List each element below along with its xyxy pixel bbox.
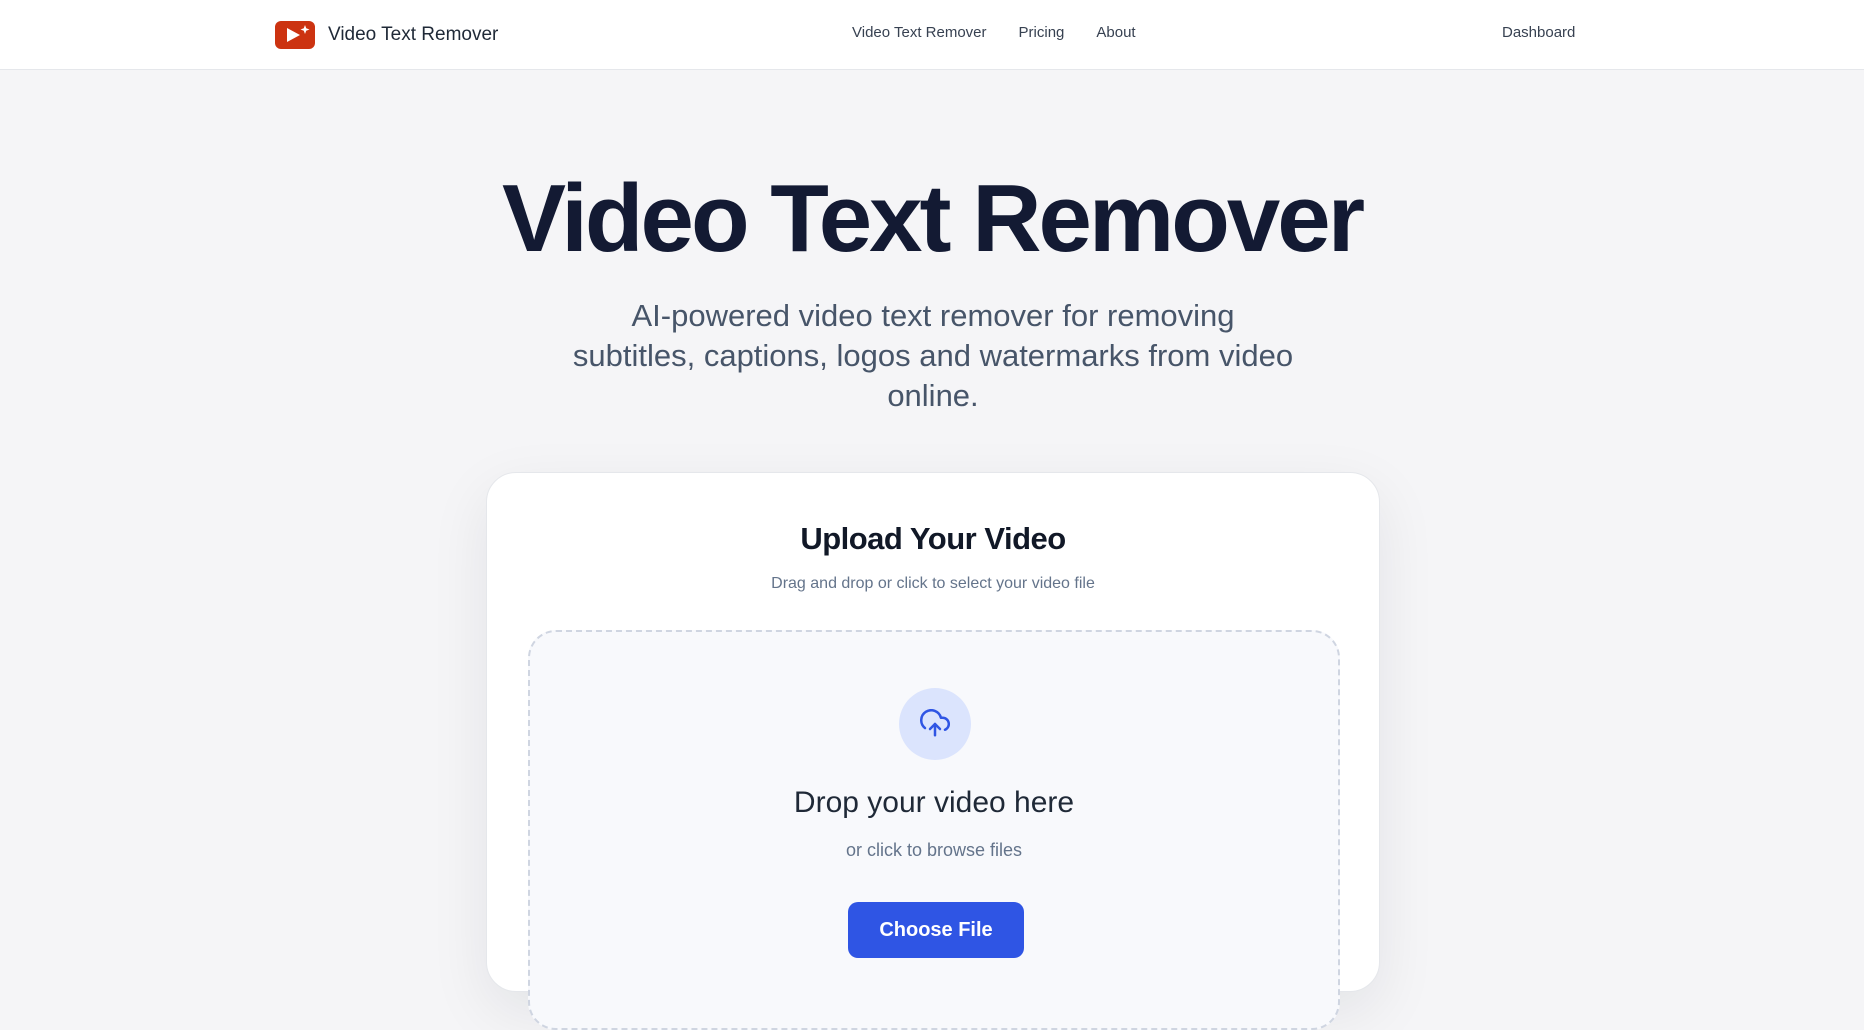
- hero-subtitle: AI-powered video text remover for removi…: [572, 298, 1294, 413]
- brand-name: Video Text Remover: [328, 24, 499, 45]
- dashboard-link[interactable]: Dashboard: [1502, 24, 1575, 41]
- upload-icon-circle: [899, 688, 971, 760]
- nav-link-pricing[interactable]: Pricing: [1019, 24, 1065, 41]
- upload-card: Upload Your Video Drag and drop or click…: [486, 472, 1380, 1030]
- nav-link-video-text-remover[interactable]: Video Text Remover: [852, 24, 987, 41]
- top-navbar: Video Text Remover Video Text Remover Pr…: [0, 0, 1864, 70]
- hero-title: Video Text Remover: [501, 165, 1365, 272]
- brand-home-link[interactable]: Video Text Remover: [275, 20, 498, 50]
- upload-card-title: Upload Your Video: [800, 521, 1066, 556]
- upload-card-subtitle: Drag and drop or click to select your vi…: [771, 575, 1095, 592]
- choose-file-button[interactable]: Choose File: [848, 902, 1024, 958]
- video-dropzone[interactable]: Drop your video here or click to browse …: [528, 630, 1340, 1030]
- nav-link-about[interactable]: About: [1096, 24, 1135, 41]
- drop-subtitle: or click to browse files: [845, 840, 1023, 860]
- video-logo-icon: [275, 21, 315, 49]
- cloud-upload-icon: [920, 709, 950, 737]
- main-nav: Video Text Remover Pricing About: [852, 24, 1136, 41]
- drop-title: Drop your video here: [793, 786, 1075, 819]
